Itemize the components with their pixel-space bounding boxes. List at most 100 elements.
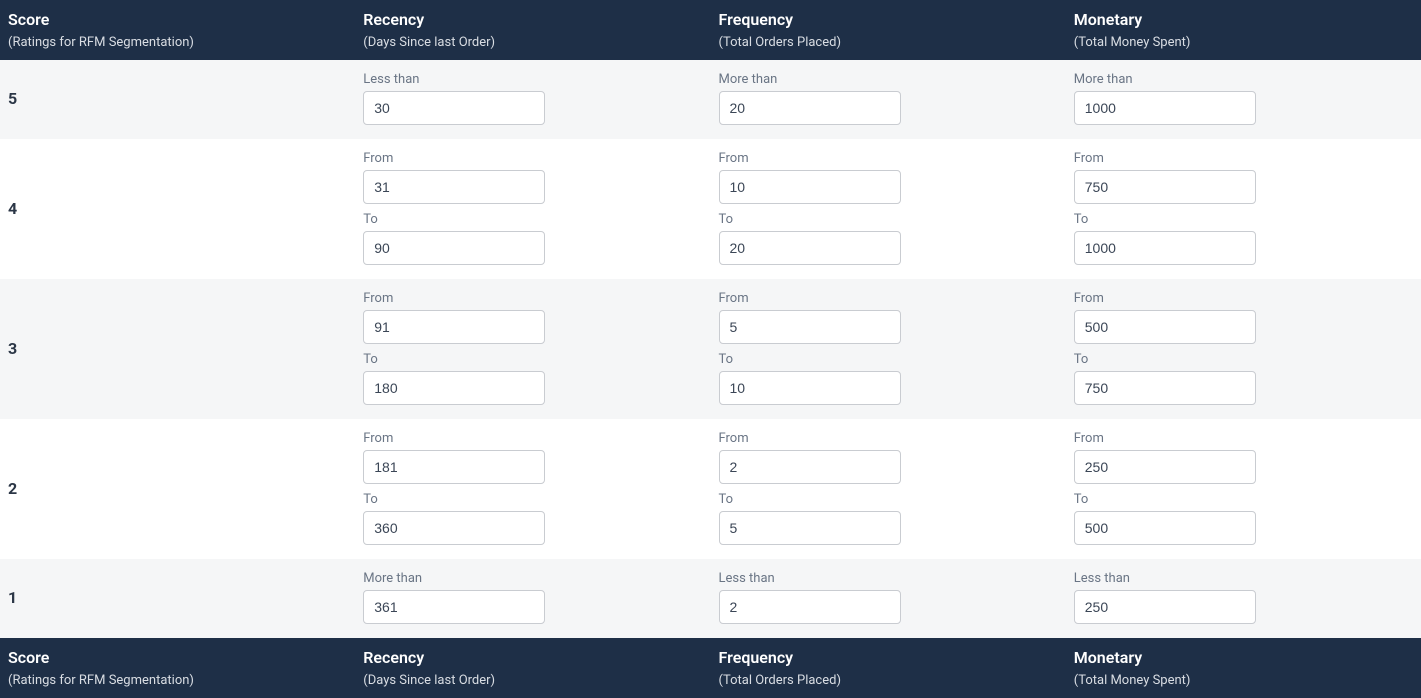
frequency-from-input[interactable] (719, 310, 901, 344)
recency-to-input[interactable] (363, 231, 545, 265)
frequency-to-input[interactable] (719, 371, 901, 405)
recency-cell: From To (355, 419, 710, 559)
recency-to-input[interactable] (363, 511, 545, 545)
recency-from-input[interactable] (363, 450, 545, 484)
frequency-to-label: To (719, 492, 1058, 507)
footer-recency: Recency (Days Since last Order) (355, 638, 710, 698)
score-value: 1 (0, 559, 355, 638)
frequency-value-input[interactable] (719, 590, 901, 624)
footer-score-sub: (Ratings for RFM Segmentation) (8, 673, 347, 688)
footer-score-title: Score (8, 648, 347, 667)
frequency-bound-label: More than (719, 72, 1058, 87)
monetary-cell: From To (1066, 279, 1421, 419)
frequency-to-label: To (719, 212, 1058, 227)
header-recency-title: Recency (363, 10, 702, 29)
header-monetary-sub: (Total Money Spent) (1074, 35, 1413, 50)
header-frequency-sub: (Total Orders Placed) (719, 35, 1058, 50)
recency-from-label: From (363, 291, 702, 306)
recency-to-input[interactable] (363, 371, 545, 405)
frequency-from-input[interactable] (719, 170, 901, 204)
monetary-to-label: To (1074, 212, 1413, 227)
monetary-bound-label: More than (1074, 72, 1413, 87)
frequency-from-input[interactable] (719, 450, 901, 484)
footer-recency-sub: (Days Since last Order) (363, 673, 702, 688)
score-value: 3 (0, 279, 355, 419)
recency-from-input[interactable] (363, 310, 545, 344)
header-monetary: Monetary (Total Money Spent) (1066, 0, 1421, 60)
header-frequency-title: Frequency (719, 10, 1058, 29)
rfm-table: Score (Ratings for RFM Segmentation) Rec… (0, 0, 1421, 698)
footer-recency-title: Recency (363, 648, 702, 667)
header-recency-sub: (Days Since last Order) (363, 35, 702, 50)
monetary-from-label: From (1074, 431, 1413, 446)
footer-monetary: Monetary (Total Money Spent) (1066, 638, 1421, 698)
frequency-from-label: From (719, 291, 1058, 306)
score-value: 4 (0, 139, 355, 279)
recency-value-input[interactable] (363, 91, 545, 125)
frequency-to-input[interactable] (719, 231, 901, 265)
frequency-to-label: To (719, 352, 1058, 367)
recency-from-input[interactable] (363, 170, 545, 204)
monetary-from-input[interactable] (1074, 170, 1256, 204)
header-frequency: Frequency (Total Orders Placed) (711, 0, 1066, 60)
frequency-from-label: From (719, 431, 1058, 446)
monetary-to-input[interactable] (1074, 511, 1256, 545)
recency-bound-label: More than (363, 571, 702, 586)
monetary-cell: From To (1066, 139, 1421, 279)
recency-cell: More than (355, 559, 710, 638)
monetary-to-input[interactable] (1074, 231, 1256, 265)
monetary-bound-label: Less than (1074, 571, 1413, 586)
monetary-to-input[interactable] (1074, 371, 1256, 405)
score-value: 5 (0, 60, 355, 139)
footer-monetary-sub: (Total Money Spent) (1074, 673, 1413, 688)
recency-cell: Less than (355, 60, 710, 139)
frequency-cell: From To (711, 139, 1066, 279)
header-score: Score (Ratings for RFM Segmentation) (0, 0, 355, 60)
table-row: 2 From To From To From To (0, 419, 1421, 559)
header-monetary-title: Monetary (1074, 10, 1413, 29)
recency-from-label: From (363, 431, 702, 446)
recency-cell: From To (355, 139, 710, 279)
footer-frequency-title: Frequency (719, 648, 1058, 667)
monetary-value-input[interactable] (1074, 590, 1256, 624)
footer-monetary-title: Monetary (1074, 648, 1413, 667)
footer-frequency: Frequency (Total Orders Placed) (711, 638, 1066, 698)
monetary-from-input[interactable] (1074, 310, 1256, 344)
footer-frequency-sub: (Total Orders Placed) (719, 673, 1058, 688)
table-row: 3 From To From To From To (0, 279, 1421, 419)
frequency-cell: More than (711, 60, 1066, 139)
frequency-cell: From To (711, 419, 1066, 559)
table-row: 1 More than Less than Less than (0, 559, 1421, 638)
recency-to-label: To (363, 492, 702, 507)
frequency-cell: From To (711, 279, 1066, 419)
monetary-to-label: To (1074, 492, 1413, 507)
monetary-cell: Less than (1066, 559, 1421, 638)
monetary-cell: More than (1066, 60, 1421, 139)
monetary-from-label: From (1074, 151, 1413, 166)
frequency-value-input[interactable] (719, 91, 901, 125)
header-score-sub: (Ratings for RFM Segmentation) (8, 35, 347, 50)
recency-value-input[interactable] (363, 590, 545, 624)
monetary-from-input[interactable] (1074, 450, 1256, 484)
table-row: 5 Less than More than More than (0, 60, 1421, 139)
monetary-value-input[interactable] (1074, 91, 1256, 125)
frequency-cell: Less than (711, 559, 1066, 638)
table-header-row: Score (Ratings for RFM Segmentation) Rec… (0, 0, 1421, 60)
monetary-from-label: From (1074, 291, 1413, 306)
footer-score: Score (Ratings for RFM Segmentation) (0, 638, 355, 698)
recency-from-label: From (363, 151, 702, 166)
monetary-to-label: To (1074, 352, 1413, 367)
header-score-title: Score (8, 10, 347, 29)
frequency-bound-label: Less than (719, 571, 1058, 586)
table-footer-row: Score (Ratings for RFM Segmentation) Rec… (0, 638, 1421, 698)
header-recency: Recency (Days Since last Order) (355, 0, 710, 60)
recency-cell: From To (355, 279, 710, 419)
recency-to-label: To (363, 352, 702, 367)
frequency-from-label: From (719, 151, 1058, 166)
score-value: 2 (0, 419, 355, 559)
table-row: 4 From To From To From To (0, 139, 1421, 279)
frequency-to-input[interactable] (719, 511, 901, 545)
recency-to-label: To (363, 212, 702, 227)
monetary-cell: From To (1066, 419, 1421, 559)
recency-bound-label: Less than (363, 72, 702, 87)
